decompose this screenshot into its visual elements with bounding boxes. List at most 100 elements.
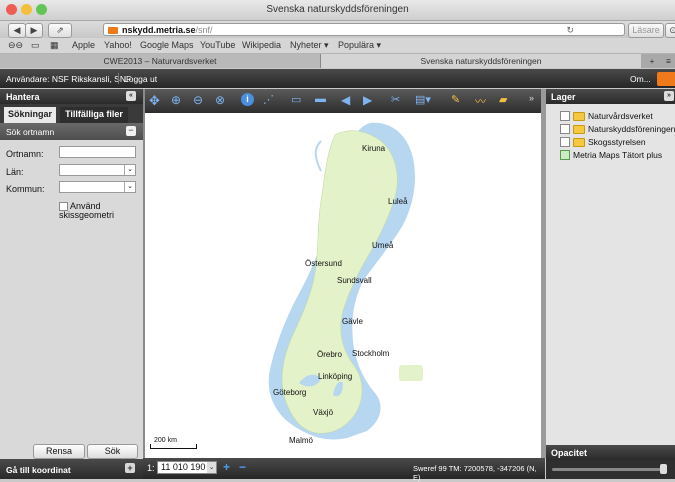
pan-icon[interactable]: ✥	[149, 93, 163, 108]
about-link[interactable]: Om...	[630, 74, 651, 84]
browser-toolbar: ◀ ▶ ⇗ nskydd.metria.se/snf/ ↻ Läsare ⊙	[0, 21, 675, 38]
expand-icon[interactable]: +	[125, 463, 135, 473]
select-features-icon[interactable]: ⋰	[263, 93, 277, 107]
tab-sokningar[interactable]: Sökningar	[4, 107, 56, 123]
left-tab-strip: Sökningar Tillfälliga filer	[0, 104, 143, 123]
downloads-icon[interactable]: ⊙	[665, 23, 675, 38]
zoom-out-icon[interactable]: ⊖	[193, 93, 207, 107]
app-header: Användare: NSF Rikskansli, SNF Logga ut …	[0, 69, 675, 88]
lan-label: Län:	[6, 167, 24, 177]
right-panel: Lager » Naturvårdsverket Naturskyddsföre…	[546, 89, 675, 479]
folder-icon	[573, 124, 585, 134]
measure-area-icon[interactable]: ▬	[315, 93, 329, 107]
city-vaxjo: Växjö	[313, 408, 334, 417]
go-to-coordinate-bar: Gå till koordinat +	[0, 459, 143, 479]
draw-line-icon[interactable]: 〰	[475, 93, 489, 108]
layer-checkbox[interactable]	[560, 150, 570, 160]
draw-point-icon[interactable]: ✎	[451, 93, 465, 107]
scale-value: 11 010 190	[161, 462, 206, 472]
search-section-title: Sök ortnamn	[6, 127, 55, 137]
tab-overview-icon[interactable]: ≡	[662, 54, 675, 68]
logout-link[interactable]: Logga ut	[124, 74, 157, 84]
bookmarks-bar: ⊖⊖ ▭ ▦ Apple Yahoo! Google Maps YouTube …	[0, 38, 675, 54]
collapse-layers-icon[interactable]: »	[664, 91, 674, 101]
map-canvas[interactable]: Kiruna Luleå Umeå Östersund Sundsvall Gä…	[145, 113, 541, 458]
layer-naturvardsverket[interactable]: Naturvårdsverket	[560, 111, 653, 121]
layer-naturskyddsforeningen[interactable]: Naturskyddsföreningen	[560, 124, 675, 134]
scale-select[interactable]: 11 010 190 ⌄	[157, 461, 217, 474]
sweden-map	[268, 122, 423, 440]
layer-skogsstyrelsen[interactable]: Skogsstyrelsen	[560, 137, 646, 147]
left-panel-title: Hantera	[6, 92, 40, 102]
zoom-in-button[interactable]: +	[223, 460, 230, 474]
reload-icon[interactable]: ↻	[566, 24, 574, 37]
user-info: Användare: NSF Rikskansli, SNF	[6, 74, 132, 84]
next-extent-icon[interactable]: ▶	[363, 93, 377, 107]
info-icon[interactable]: i	[241, 93, 254, 106]
new-tab-button[interactable]: +	[643, 54, 661, 68]
window-title: Svenska naturskyddsföreningen	[266, 4, 409, 15]
city-umea: Umeå	[372, 241, 394, 250]
city-goteborg: Göteborg	[273, 388, 307, 397]
layer-checkbox[interactable]	[560, 111, 570, 121]
city-kiruna: Kiruna	[362, 144, 386, 153]
kommun-select[interactable]: ⌄	[59, 181, 136, 193]
reading-list-icon[interactable]: ⊖⊖	[8, 40, 23, 51]
back-button[interactable]: ◀	[8, 23, 26, 38]
book-icon[interactable]: ▭	[31, 40, 40, 51]
chevron-down-icon: ⌄	[124, 165, 135, 175]
coordinate-readout: Sweref 99 TM: 7200578, -347206 (N, E)	[413, 464, 537, 482]
header-divider	[118, 73, 119, 84]
opacity-slider-area	[546, 460, 675, 479]
layer-label: Skogsstyrelsen	[588, 137, 646, 147]
search-section-header: Sök ortnamn −	[0, 123, 143, 140]
draw-polygon-icon[interactable]: ▰	[499, 93, 513, 107]
bookmark-youtube[interactable]: YouTube	[200, 40, 235, 50]
share-icon[interactable]: ⇗	[48, 23, 72, 38]
tab-snf[interactable]: Svenska naturskyddsföreningen	[321, 54, 641, 68]
lake-detail	[314, 140, 322, 172]
zoom-out-button[interactable]: −	[239, 460, 246, 474]
lan-select[interactable]: ⌄	[59, 164, 136, 176]
tab-cwe2013[interactable]: CWE2013 – Naturvardsverket	[0, 54, 321, 68]
search-button[interactable]: Sök	[87, 444, 138, 459]
scissors-icon[interactable]: ✂	[391, 93, 405, 107]
clear-button[interactable]: Rensa	[33, 444, 85, 459]
zoom-in-icon[interactable]: ⊕	[171, 93, 185, 107]
bookmark-populara[interactable]: Populära ▾	[338, 40, 381, 51]
reader-button[interactable]: Läsare	[628, 23, 664, 38]
checkbox-label-line2: skissgeometri	[59, 210, 115, 220]
measure-line-icon[interactable]: ▭	[291, 93, 305, 107]
layer-checkbox[interactable]	[560, 124, 570, 134]
layer-checkbox[interactable]	[560, 137, 570, 147]
opacity-slider-handle[interactable]	[660, 464, 667, 474]
collapse-panel-icon[interactable]: «	[126, 91, 136, 101]
bookmark-yahoo[interactable]: Yahoo!	[104, 40, 132, 50]
section-collapse-icon[interactable]: −	[126, 126, 136, 136]
chevron-down-icon: ⌄	[124, 182, 135, 192]
bookmark-wikipedia[interactable]: Wikipedia	[242, 40, 281, 50]
tab-tillfalliga-filer[interactable]: Tillfälliga filer	[60, 107, 128, 123]
layer-label: Naturskyddsföreningen	[588, 124, 675, 134]
chevron-down-icon: ⌄	[207, 462, 216, 473]
print-dropdown-icon[interactable]: ▤▾	[415, 93, 431, 107]
layer-metria-maps[interactable]: Metria Maps Tätort plus	[560, 150, 662, 160]
opacity-label: Opacitet	[551, 448, 588, 458]
layers-header: Lager »	[546, 89, 675, 104]
city-malmo: Malmö	[289, 436, 314, 445]
ortnamn-input[interactable]	[59, 146, 136, 158]
bookmark-nyheter[interactable]: Nyheter ▾	[290, 40, 329, 51]
bookmark-apple[interactable]: Apple	[72, 40, 95, 50]
city-orebro: Örebro	[317, 350, 342, 359]
window-title-bar: Svenska naturskyddsföreningen	[0, 0, 675, 21]
opacity-slider-track[interactable]	[552, 468, 666, 471]
top-sites-icon[interactable]: ▦	[50, 40, 59, 51]
scale-prefix: 1:	[147, 463, 155, 473]
forward-button[interactable]: ▶	[25, 23, 43, 38]
city-linkoping: Linköping	[318, 372, 353, 381]
bookmark-google-maps[interactable]: Google Maps	[140, 40, 194, 50]
opacity-header: Opacitet	[546, 445, 675, 460]
globe-icon[interactable]: ⊗	[215, 93, 229, 107]
previous-extent-icon[interactable]: ◀	[341, 93, 355, 107]
address-bar[interactable]: nskydd.metria.se/snf/ ↻	[103, 23, 625, 36]
